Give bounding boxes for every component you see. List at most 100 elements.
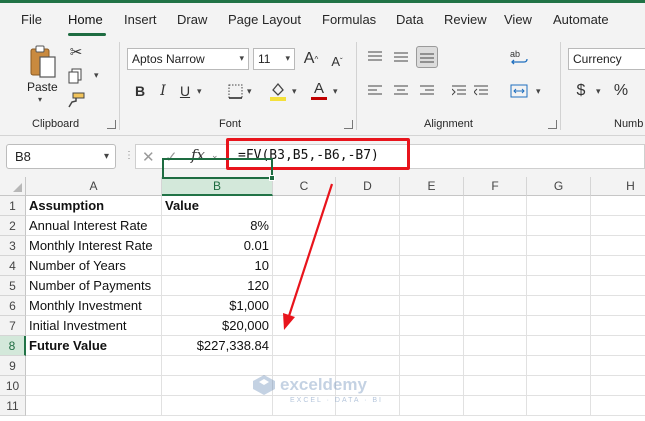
- fill-handle[interactable]: [269, 175, 275, 181]
- cell-f2[interactable]: [464, 216, 527, 236]
- cell-b4[interactable]: 10: [162, 256, 273, 276]
- row-header-7[interactable]: 7: [0, 316, 26, 336]
- cell-a4[interactable]: Number of Years: [26, 256, 162, 276]
- cell-d9[interactable]: [336, 356, 400, 376]
- row-header-9[interactable]: 9: [0, 356, 26, 376]
- cell-a5[interactable]: Number of Payments: [26, 276, 162, 296]
- cell-f10[interactable]: [464, 376, 527, 396]
- cell-d4[interactable]: [336, 256, 400, 276]
- cell-g9[interactable]: [527, 356, 591, 376]
- cell-h11[interactable]: [591, 396, 645, 416]
- cell-e1[interactable]: [400, 196, 464, 216]
- cell-h3[interactable]: [591, 236, 645, 256]
- cell-e8[interactable]: [400, 336, 464, 356]
- cell-e10[interactable]: [400, 376, 464, 396]
- cell-c2[interactable]: [273, 216, 336, 236]
- cell-f3[interactable]: [464, 236, 527, 256]
- cell-a6[interactable]: Monthly Investment: [26, 296, 162, 316]
- cell-g3[interactable]: [527, 236, 591, 256]
- cell-h2[interactable]: [591, 216, 645, 236]
- percent-format-button[interactable]: %: [612, 80, 630, 102]
- cell-g6[interactable]: [527, 296, 591, 316]
- align-top-icon[interactable]: [366, 48, 384, 66]
- more-icon[interactable]: ⋮: [124, 150, 134, 161]
- cell-a8[interactable]: Future Value: [26, 336, 162, 356]
- cell-a9[interactable]: [26, 356, 162, 376]
- cell-e9[interactable]: [400, 356, 464, 376]
- cell-g7[interactable]: [527, 316, 591, 336]
- underline-dropdown-icon[interactable]: ▾: [197, 86, 202, 97]
- cell-c1[interactable]: [273, 196, 336, 216]
- cell-e5[interactable]: [400, 276, 464, 296]
- name-box[interactable]: B8 ▾: [6, 144, 116, 169]
- cell-h10[interactable]: [591, 376, 645, 396]
- cell-b3[interactable]: 0.01: [162, 236, 273, 256]
- borders-icon[interactable]: [226, 82, 244, 100]
- fill-color-dropdown-icon[interactable]: ▾: [292, 86, 297, 97]
- column-header-b[interactable]: B: [162, 177, 273, 196]
- cell-h5[interactable]: [591, 276, 645, 296]
- tab-draw[interactable]: Draw: [177, 12, 207, 27]
- align-left-icon[interactable]: [366, 82, 384, 100]
- cell-b8[interactable]: $227,338.84: [162, 336, 273, 356]
- tab-home[interactable]: Home: [68, 12, 103, 27]
- cell-h1[interactable]: [591, 196, 645, 216]
- cut-icon[interactable]: ✂: [66, 42, 86, 62]
- cell-e3[interactable]: [400, 236, 464, 256]
- cell-c8[interactable]: [273, 336, 336, 356]
- cell-a10[interactable]: [26, 376, 162, 396]
- cell-f8[interactable]: [464, 336, 527, 356]
- cell-a1[interactable]: Assumption: [26, 196, 162, 216]
- wrap-text-icon[interactable]: ab: [508, 46, 530, 70]
- cell-b2[interactable]: 8%: [162, 216, 273, 236]
- cell-h8[interactable]: [591, 336, 645, 356]
- tab-data[interactable]: Data: [396, 12, 423, 27]
- cell-e2[interactable]: [400, 216, 464, 236]
- cell-e4[interactable]: [400, 256, 464, 276]
- cell-e11[interactable]: [400, 396, 464, 416]
- align-bottom-icon[interactable]: [416, 46, 438, 68]
- cell-b6[interactable]: $1,000: [162, 296, 273, 316]
- column-header-g[interactable]: G: [527, 177, 591, 196]
- row-header-2[interactable]: 2: [0, 216, 26, 236]
- cell-a7[interactable]: Initial Investment: [26, 316, 162, 336]
- column-header-c[interactable]: C: [273, 177, 336, 196]
- cell-g4[interactable]: [527, 256, 591, 276]
- column-header-a[interactable]: A: [26, 177, 162, 196]
- cell-g5[interactable]: [527, 276, 591, 296]
- row-header-11[interactable]: 11: [0, 396, 26, 416]
- cell-c9[interactable]: [273, 356, 336, 376]
- tab-automate[interactable]: Automate: [553, 12, 609, 27]
- tab-formulas[interactable]: Formulas: [322, 12, 376, 27]
- font-color-dropdown-icon[interactable]: ▾: [333, 86, 338, 97]
- merge-dropdown-icon[interactable]: ▾: [536, 86, 541, 97]
- cell-a3[interactable]: Monthly Interest Rate: [26, 236, 162, 256]
- row-header-8[interactable]: 8: [0, 336, 26, 356]
- cell-d5[interactable]: [336, 276, 400, 296]
- indent-icon[interactable]: [450, 80, 468, 102]
- column-header-d[interactable]: D: [336, 177, 400, 196]
- tab-page-layout[interactable]: Page Layout: [228, 12, 301, 27]
- format-painter-icon[interactable]: [66, 90, 86, 110]
- cell-a11[interactable]: [26, 396, 162, 416]
- cell-h4[interactable]: [591, 256, 645, 276]
- cell-b9[interactable]: [162, 356, 273, 376]
- font-size-select[interactable]: 11 ▾: [253, 48, 295, 70]
- cell-b11[interactable]: [162, 396, 273, 416]
- row-header-5[interactable]: 5: [0, 276, 26, 296]
- number-format-select[interactable]: Currency: [568, 48, 645, 70]
- alignment-launcher-icon[interactable]: [548, 120, 557, 129]
- grow-font-button[interactable]: A ^: [302, 48, 320, 70]
- cell-c5[interactable]: [273, 276, 336, 296]
- cell-g11[interactable]: [527, 396, 591, 416]
- cell-h6[interactable]: [591, 296, 645, 316]
- cell-f6[interactable]: [464, 296, 527, 316]
- cell-f9[interactable]: [464, 356, 527, 376]
- cell-d3[interactable]: [336, 236, 400, 256]
- paste-label[interactable]: Paste: [27, 80, 58, 94]
- tab-file[interactable]: File: [21, 12, 42, 27]
- font-color-button[interactable]: A: [310, 78, 328, 102]
- cell-b5[interactable]: 120: [162, 276, 273, 296]
- cell-d2[interactable]: [336, 216, 400, 236]
- cell-c4[interactable]: [273, 256, 336, 276]
